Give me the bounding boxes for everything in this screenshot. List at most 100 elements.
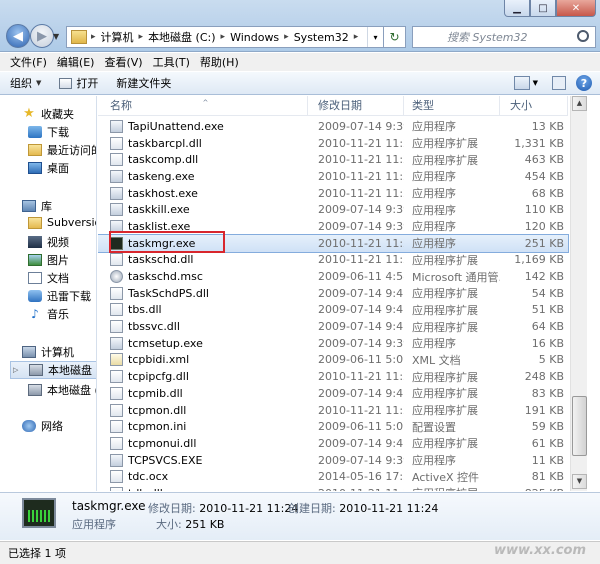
expand-arrow-icon[interactable]: ▷: [13, 366, 18, 374]
file-size: 81 KB: [531, 470, 564, 484]
breadcrumb-system32[interactable]: System32: [290, 31, 353, 44]
file-name-cell[interactable]: TapiUnattend.exe: [98, 119, 308, 133]
nav-downloads[interactable]: 下载: [28, 124, 69, 140]
table-row[interactable]: taskkill.exe 2009-07-14 9:39 应用程序 110 KB: [98, 201, 568, 218]
file-name-cell[interactable]: tcpmon.dll: [98, 403, 308, 417]
file-name-cell[interactable]: tdh.dll: [98, 486, 308, 491]
table-row[interactable]: taskschd.dll 2010-11-21 11:24 应用程序扩展 1,169 …: [98, 252, 568, 269]
table-row[interactable]: tbssvc.dll 2009-07-14 9:41 应用程序扩展 64 KB: [98, 318, 568, 335]
back-button[interactable]: ◀: [6, 24, 30, 48]
file-name-cell[interactable]: taskschd.msc: [98, 270, 308, 284]
file-name-cell[interactable]: taskschd.dll: [98, 253, 308, 267]
file-name-cell[interactable]: TCPSVCS.EXE: [98, 453, 308, 467]
file-name-cell[interactable]: tbssvc.dll: [98, 320, 308, 334]
file-name-cell[interactable]: taskeng.exe: [98, 169, 308, 183]
recent-pages-dropdown[interactable]: ▼: [53, 32, 59, 41]
scroll-down-button[interactable]: ▼: [572, 474, 587, 489]
nav-subversion[interactable]: Subversion: [28, 216, 96, 229]
breadcrumb-local-disk-c[interactable]: 本地磁盘 (C:): [144, 29, 219, 45]
column-name[interactable]: ^ 名称: [98, 96, 308, 116]
maximize-button[interactable]: □: [530, 0, 556, 17]
table-row[interactable]: tbs.dll 2009-07-14 9:41 应用程序扩展 51 KB: [98, 302, 568, 319]
table-row[interactable]: taskeng.exe 2010-11-21 11:24 应用程序 454 KB: [98, 168, 568, 185]
view-options-dropdown[interactable]: ▼: [533, 79, 538, 87]
nav-local-disk-d[interactable]: 本地磁盘 (D:): [28, 382, 96, 398]
table-row[interactable]: TCPSVCS.EXE 2009-07-14 9:39 应用程序 11 KB: [98, 452, 568, 469]
file-name-cell[interactable]: tcpmib.dll: [98, 386, 308, 400]
menu-help[interactable]: 帮助(H): [200, 54, 239, 70]
table-row[interactable]: tdh.dll 2010-11-21 11:24应用程序扩展825 KB: [98, 485, 568, 491]
nav-pictures[interactable]: 图片: [28, 252, 69, 268]
minimize-button[interactable]: ▁: [504, 0, 530, 17]
table-row[interactable]: taskmgr.exe 2010-11-21 11:24 应用程序 251 KB: [98, 233, 569, 253]
menu-file[interactable]: 文件(F): [10, 54, 47, 70]
column-size[interactable]: 大小: [500, 96, 568, 116]
menu-view[interactable]: 查看(V): [104, 54, 142, 70]
table-row[interactable]: TapiUnattend.exe 2009-07-14 9:39 应用程序 13 KB: [98, 118, 568, 135]
refresh-button[interactable]: ↻: [383, 27, 405, 47]
table-row[interactable]: tcpmon.dll 2010-11-21 11:24 应用程序扩展 191 KB: [98, 402, 568, 419]
nav-network[interactable]: 网络: [22, 418, 63, 434]
file-name-cell[interactable]: taskmgr.exe: [98, 236, 308, 250]
table-row[interactable]: tcpipcfg.dll 2010-11-21 11:24 应用程序扩展 248 KB: [98, 368, 568, 385]
file-name-cell[interactable]: tcpbidi.xml: [98, 353, 308, 367]
file-name-cell[interactable]: tcpmonui.dll: [98, 436, 308, 450]
open-button[interactable]: 打开: [59, 75, 98, 91]
preview-pane-button[interactable]: [552, 76, 566, 90]
table-row[interactable]: taskschd.msc 2009-06-11 4:58 Microsoft 通用管…: [98, 268, 568, 285]
file-name-cell[interactable]: taskcomp.dll: [98, 153, 308, 167]
table-row[interactable]: tcpmonui.dll 2009-07-14 9:41 应用程序扩展 61 KB: [98, 435, 568, 452]
file-name-cell[interactable]: tbs.dll: [98, 303, 308, 317]
organize-button[interactable]: 组织 ▼: [10, 75, 41, 91]
table-row[interactable]: TaskSchdPS.dll 2009-07-14 9:41 应用程序扩展 54 KB: [98, 285, 568, 302]
file-type: 应用程序: [412, 170, 456, 184]
search-input[interactable]: 搜索 System32: [412, 26, 596, 48]
file-name-cell[interactable]: taskhost.exe: [98, 186, 308, 200]
forward-button[interactable]: ▶: [30, 24, 54, 48]
menu-tools[interactable]: 工具(T): [153, 54, 190, 70]
change-view-button[interactable]: [513, 76, 530, 90]
file-name-cell[interactable]: TaskSchdPS.dll: [98, 286, 308, 300]
address-history-dropdown[interactable]: ▾: [367, 27, 383, 47]
nav-favorites[interactable]: ★ 收藏夹: [22, 106, 74, 122]
new-folder-button[interactable]: 新建文件夹: [116, 75, 171, 91]
table-row[interactable]: tcpmon.ini 2009-06-11 5:01 配置设置 59 KB: [98, 418, 568, 435]
file-name-cell[interactable]: tasklist.exe: [98, 219, 308, 233]
breadcrumb-windows[interactable]: Windows: [226, 31, 283, 44]
table-row[interactable]: taskcomp.dll 2010-11-21 11:24 应用程序扩展 463 KB: [98, 151, 568, 168]
close-button[interactable]: ✕: [556, 0, 596, 17]
nav-documents[interactable]: 文档: [28, 270, 69, 286]
menu-edit[interactable]: 编辑(E): [57, 54, 95, 70]
vertical-scrollbar[interactable]: ▲ ▼: [570, 96, 587, 491]
nav-desktop[interactable]: 桌面: [28, 160, 69, 176]
file-name-cell[interactable]: taskbarcpl.dll: [98, 136, 308, 150]
table-row[interactable]: tdc.ocx 2014-05-16 17:54 ActiveX 控件 81 KB: [98, 468, 568, 485]
file-name-cell[interactable]: tcpipcfg.dll: [98, 370, 308, 384]
nav-thunder-downloads[interactable]: 迅雷下载: [28, 288, 91, 304]
nav-computer[interactable]: 计算机: [22, 344, 74, 360]
scroll-thumb[interactable]: [572, 396, 587, 456]
breadcrumb-separator[interactable]: ▸: [353, 32, 360, 42]
column-type[interactable]: 类型: [404, 96, 500, 116]
breadcrumb-computer[interactable]: 计算机: [97, 29, 138, 45]
table-row[interactable]: tasklist.exe 2009-07-14 9:39 应用程序 120 KB: [98, 218, 568, 235]
nav-local-disk-c[interactable]: ▷ 本地磁盘 (C:): [10, 361, 96, 379]
table-row[interactable]: taskhost.exe 2010-11-21 11:24 应用程序 68 KB: [98, 185, 568, 202]
file-name-cell[interactable]: tcmsetup.exe: [98, 336, 308, 350]
table-row[interactable]: tcpmib.dll 2009-07-14 9:41 应用程序扩展 83 KB: [98, 385, 568, 402]
nav-recent-places[interactable]: 最近访问的: [28, 142, 96, 158]
nav-videos-label: 视频: [47, 236, 69, 249]
scroll-up-button[interactable]: ▲: [572, 96, 587, 111]
file-name-cell[interactable]: tcpmon.ini: [98, 420, 308, 434]
nav-videos[interactable]: 视频: [28, 234, 69, 250]
nav-libraries[interactable]: 库: [22, 198, 52, 214]
column-date-modified[interactable]: 修改日期: [308, 96, 404, 116]
table-row[interactable]: tcmsetup.exe 2009-07-14 9:39 应用程序 16 KB: [98, 335, 568, 352]
file-name-cell[interactable]: taskkill.exe: [98, 203, 308, 217]
table-row[interactable]: tcpbidi.xml 2009-06-11 5:01 XML 文档 5 KB: [98, 352, 568, 369]
address-bar[interactable]: ▸ 计算机 ▸ 本地磁盘 (C:) ▸ Windows ▸ System32 ▸…: [66, 26, 406, 48]
table-row[interactable]: taskbarcpl.dll 2010-11-21 11:24 应用程序扩展 1,33…: [98, 135, 568, 152]
help-button[interactable]: ?: [576, 75, 592, 91]
nav-music[interactable]: ♪ 音乐: [28, 306, 69, 322]
file-name-cell[interactable]: tdc.ocx: [98, 470, 308, 484]
